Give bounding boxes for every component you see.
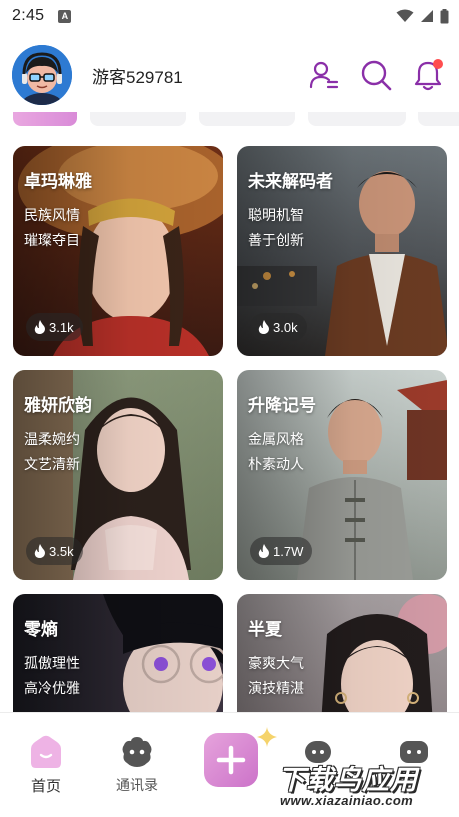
card-title: 雅妍欣韵: [24, 396, 92, 415]
tab-item[interactable]: [418, 112, 459, 126]
avatar-image: [12, 45, 72, 105]
nav-contacts-label: 通讯录: [116, 777, 158, 793]
user-list-icon: [309, 61, 339, 89]
card-tag: 璀璨夺目: [24, 232, 80, 248]
notification-button[interactable]: [411, 58, 445, 92]
flame-icon: [34, 320, 45, 334]
signal-icon: [421, 10, 433, 22]
flame-icon: [34, 544, 45, 558]
card-title: 半夏: [248, 620, 282, 639]
header-actions: [307, 58, 445, 92]
card-tag: 温柔婉约: [24, 431, 80, 447]
character-card[interactable]: 零熵 孤傲理性 高冷优雅: [13, 594, 223, 712]
heat-badge: 3.1k: [26, 313, 83, 341]
card-tag: 聪明机智: [248, 207, 304, 223]
status-bar: 2:45 A: [0, 0, 459, 32]
avatar[interactable]: [12, 45, 72, 105]
create-button[interactable]: [204, 733, 258, 787]
sparkle-icon: [257, 727, 277, 747]
card-title: 未来解码者: [248, 172, 333, 191]
plus-icon: [216, 745, 246, 775]
card-title: 卓玛琳雅: [24, 172, 92, 191]
tab-item[interactable]: [308, 112, 406, 126]
search-button[interactable]: [359, 58, 393, 92]
heat-badge: 3.5k: [26, 537, 83, 565]
tab-item[interactable]: [90, 112, 186, 126]
card-tag: 豪爽大气: [248, 655, 304, 671]
heat-badge: 1.7W: [250, 537, 313, 565]
wifi-icon: [396, 9, 414, 22]
search-icon: [361, 60, 392, 91]
app-notification-icon: A: [58, 9, 72, 23]
contacts-icon: [118, 733, 156, 771]
watermark-title: 下载鸟应用: [278, 765, 418, 795]
card-title: 零熵: [24, 620, 58, 639]
nav-home-label: 首页: [30, 778, 61, 795]
character-card[interactable]: 未来解码者 聪明机智 善于创新 3.0k: [237, 146, 447, 356]
category-tabs: [0, 112, 459, 130]
card-tag: 演技精湛: [248, 680, 304, 696]
card-tag: 高冷优雅: [24, 680, 80, 696]
heat-count: 1.7W: [273, 543, 304, 559]
status-time: 2:45: [12, 7, 45, 24]
top-header: 游客529781: [0, 42, 459, 108]
bell-icon: [414, 59, 443, 91]
character-card[interactable]: 升降记号 金属风格 朴素动人 1.7W: [237, 370, 447, 580]
watermark-url: www.xiazainiao.com: [280, 793, 414, 808]
card-tag: 朴素动人: [248, 456, 304, 472]
card-title: 升降记号: [248, 396, 316, 415]
status-indicators: [396, 8, 449, 24]
flame-icon: [258, 544, 269, 558]
heat-count: 3.1k: [49, 319, 74, 335]
nav-contacts[interactable]: 通讯录: [111, 713, 163, 795]
heat-badge: 3.0k: [250, 313, 307, 341]
battery-icon: [440, 8, 449, 23]
heat-count: 3.0k: [273, 319, 298, 335]
profile-button[interactable]: [307, 58, 341, 92]
card-tag: 文艺清新: [24, 456, 80, 472]
card-tag: 善于创新: [248, 232, 304, 248]
username: 游客529781: [92, 67, 183, 87]
watermark: 下载鸟应用 www.xiazainiao.com: [276, 752, 458, 812]
character-card[interactable]: 半夏 豪爽大气 演技精湛: [237, 594, 447, 712]
card-tag: 民族风情: [24, 207, 80, 223]
character-card[interactable]: 雅妍欣韵 温柔婉约 文艺清新 3.5k: [13, 370, 223, 580]
nav-home[interactable]: 首页: [24, 713, 68, 796]
character-card[interactable]: 卓玛琳雅 民族风情 璀璨夺目 3.1k: [13, 146, 223, 356]
tab-item[interactable]: [199, 112, 295, 126]
flame-icon: [258, 320, 269, 334]
card-tag: 孤傲理性: [24, 655, 80, 671]
home-icon: [27, 733, 65, 771]
tab-active[interactable]: [13, 112, 77, 126]
character-grid: 卓玛琳雅 民族风情 璀璨夺目 3.1k 未来解码者 聪明机智 善于创新 3.0k: [13, 146, 447, 712]
heat-count: 3.5k: [49, 543, 74, 559]
card-tag: 金属风格: [248, 431, 304, 447]
